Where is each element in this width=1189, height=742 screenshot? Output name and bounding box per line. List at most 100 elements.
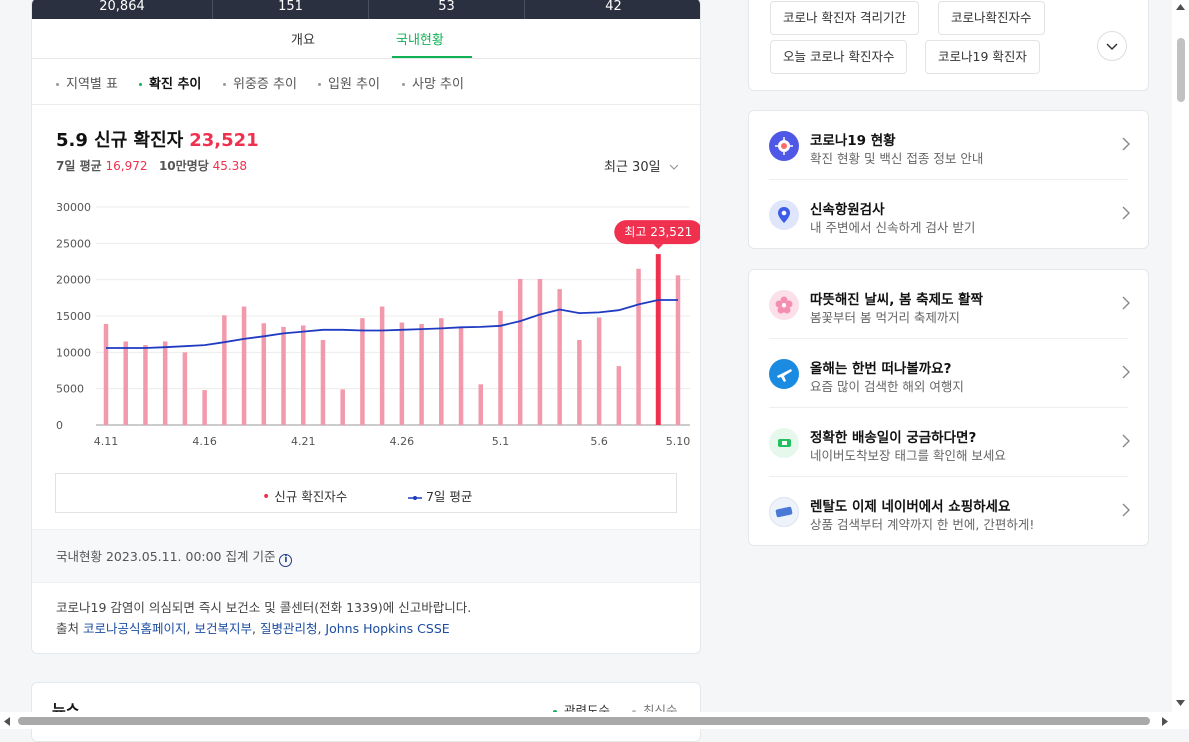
item-desc: 상품 검색부터 계약까지 한 번에, 간편하게! — [810, 517, 1035, 532]
y-tick-label: 30000 — [56, 201, 91, 214]
source-link[interactable]: Johns Hopkins CSSE — [325, 621, 449, 636]
y-tick-label: 25000 — [56, 237, 91, 250]
bar — [517, 278, 523, 425]
peak-callout-label: 최고 23,521 — [624, 225, 692, 239]
chevron-right-icon — [1122, 137, 1130, 151]
scroll-up-arrow-icon[interactable] — [1176, 4, 1185, 10]
location-pin-icon — [769, 200, 799, 230]
stat-value: 53 — [438, 0, 455, 14]
chart-legend: • 신규 확진자수 7일 평균 — [55, 473, 677, 513]
item-title: 코로나19 현황 — [810, 133, 896, 149]
stat-value: 151 — [278, 0, 303, 14]
source-line: 출처 코로나공식홈페이지, 보건복지부, 질병관리청, Johns Hopkin… — [56, 621, 450, 636]
chevron-right-icon — [1122, 365, 1130, 379]
summary-stats: 7일 평균 16,972 10만명당 45.38 — [56, 159, 247, 173]
subtab-confirmed-trend[interactable]: 확진 추이 — [139, 73, 201, 92]
expand-button[interactable] — [1097, 31, 1127, 61]
related-search-chip[interactable]: 오늘 코로나 확진자수 — [770, 40, 908, 74]
divider — [32, 58, 700, 59]
bar — [675, 275, 681, 425]
item-desc: 네이버도착보장 태그를 확인해 보세요 — [810, 448, 1006, 463]
legend-7day-avg: 7일 평균 — [408, 486, 472, 505]
source-link[interactable]: 코로나공식홈페이지 — [83, 621, 187, 636]
notice-text: 코로나19 감염이 의심되면 즉시 보건소 및 콜센터(전화 1339)에 신고… — [56, 600, 472, 615]
bar — [320, 339, 326, 425]
item-title: 따뜻해진 날씨, 봄 축제도 활짝 — [810, 292, 983, 308]
airplane-icon — [769, 359, 799, 389]
subtab-critical-trend[interactable]: 위중증 추이 — [223, 73, 297, 92]
chevron-down-icon — [1106, 43, 1118, 51]
item-desc: 봄꽃부터 봄 먹거리 축제까지 — [810, 310, 960, 325]
stat-value: 42 — [605, 0, 622, 14]
bar — [478, 384, 484, 425]
vertical-scrollbar[interactable] — [1172, 0, 1189, 729]
y-tick-label: 5000 — [56, 383, 84, 396]
list-item[interactable]: 신속항원검사 내 주변에서 신속하게 검사 받기 — [749, 180, 1148, 249]
vertical-scroll-thumb[interactable] — [1177, 38, 1185, 102]
list-item[interactable]: 코로나19 현황 확진 현황 및 백신 접종 정보 안내 — [749, 111, 1148, 180]
tab-domestic-status[interactable]: 국내현황 — [396, 29, 444, 48]
related-search-chip[interactable]: 코로나19 확진자 — [925, 40, 1040, 74]
x-tick-label: 4.11 — [94, 435, 119, 448]
scroll-right-arrow-icon[interactable] — [1162, 717, 1168, 726]
bar — [340, 389, 345, 425]
item-title: 올해는 한번 떠나볼까요? — [810, 361, 952, 377]
subtab-death-trend[interactable]: 사망 추이 — [402, 73, 464, 92]
stat-value: 20,864 — [99, 0, 145, 14]
chevron-right-icon — [1122, 206, 1130, 220]
list-item[interactable]: 올해는 한번 떠나볼까요? 요즘 많이 검색한 해외 여행지 — [749, 339, 1148, 408]
bar — [439, 318, 444, 425]
y-tick-label: 10000 — [56, 346, 91, 359]
list-item[interactable]: 정확한 배송일이 궁금하다면? 네이버도착보장 태그를 확인해 보세요 — [749, 408, 1148, 477]
bar — [300, 325, 306, 425]
info-icon[interactable]: i — [279, 554, 293, 567]
per100k-value: 45.38 — [212, 159, 247, 173]
blossom-icon — [769, 290, 799, 320]
bar — [498, 310, 503, 425]
bar — [537, 278, 543, 425]
bar — [123, 341, 128, 425]
rental-icon — [769, 497, 799, 527]
avg-value: 16,972 — [105, 159, 148, 173]
subtab-hospitalized-trend[interactable]: 입원 추이 — [318, 73, 380, 92]
related-search-chip[interactable]: 코로나 확진자 격리기간 — [770, 1, 919, 35]
scroll-down-arrow-icon[interactable] — [1176, 700, 1185, 706]
bar — [458, 326, 464, 425]
divider — [32, 104, 700, 105]
item-title: 신속항원검사 — [810, 202, 885, 218]
item-title: 정확한 배송일이 궁금하다면? — [810, 430, 977, 446]
list-item[interactable]: 렌탈도 이제 네이버에서 쇼핑하세요 상품 검색부터 계약까지 한 번에, 간편… — [749, 477, 1148, 546]
bar — [616, 366, 622, 425]
bar — [655, 254, 661, 425]
new-cases-value: 23,521 — [189, 130, 259, 151]
source-link[interactable]: 질병관리청 — [260, 621, 318, 636]
range-select[interactable]: 최근 30일 — [604, 156, 679, 175]
item-title: 렌탈도 이제 네이버에서 쇼핑하세요 — [810, 499, 1011, 515]
y-tick-label: 0 — [56, 419, 63, 432]
subtab-regional-table[interactable]: 지역별 표 — [56, 73, 118, 92]
confirmed-cases-chart: 30000 25000 20000 15000 10000 5000 0 4.11 4.16 4… — [56, 201, 700, 448]
bar — [202, 390, 207, 425]
delivery-icon — [769, 428, 799, 458]
bar — [103, 323, 109, 425]
legend-new-cases: • 신규 확진자수 — [262, 489, 348, 505]
scroll-left-arrow-icon[interactable] — [4, 717, 10, 726]
item-desc: 확진 현황 및 백신 접종 정보 안내 — [810, 151, 984, 166]
related-search-chip[interactable]: 코로나확진자수 — [938, 1, 1045, 35]
bar — [281, 326, 286, 425]
tab-overview[interactable]: 개요 — [291, 29, 315, 48]
source-link[interactable]: 보건복지부 — [194, 621, 252, 636]
bar — [241, 306, 247, 425]
x-tick-label: 5.1 — [492, 435, 510, 448]
aggregation-date: 국내현황 2023.05.11. 00:00 집계 기준 i — [56, 546, 293, 567]
y-tick-label: 20000 — [56, 274, 91, 287]
chevron-down-icon — [669, 164, 679, 170]
x-tick-label: 4.16 — [192, 435, 217, 448]
avg-line — [106, 299, 678, 349]
bar — [261, 323, 267, 425]
list-item[interactable]: 따뜻해진 날씨, 봄 축제도 활짝 봄꽃부터 봄 먹거리 축제까지 — [749, 270, 1148, 339]
stats-strip: 20,864 151 53 42 — [32, 0, 700, 19]
horizontal-scroll-thumb[interactable] — [18, 717, 1150, 725]
bar — [182, 352, 188, 425]
recommendation-card: 따뜻해진 날씨, 봄 축제도 활짝 봄꽃부터 봄 먹거리 축제까지 올해는 한번… — [748, 269, 1149, 546]
